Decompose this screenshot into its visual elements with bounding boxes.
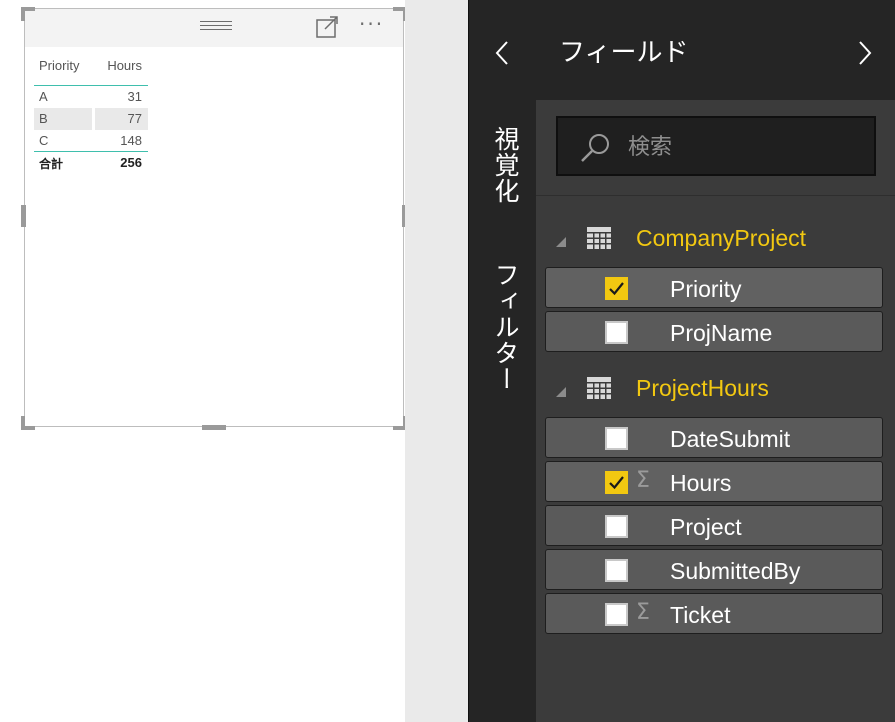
sigma-icon: Σ	[636, 600, 650, 625]
column-header-hours[interactable]: Hours	[107, 58, 142, 73]
field-checkbox[interactable]	[605, 321, 628, 344]
cell-hours: 31	[127, 89, 142, 104]
search-icon	[578, 131, 614, 165]
expand-triangle-icon[interactable]	[555, 233, 567, 247]
table-row: A 31	[34, 86, 148, 108]
field-name: Ticket	[670, 602, 731, 628]
cell-priority: C	[39, 133, 49, 148]
report-canvas: ··· Priority Hours A 31 B 77 C 148 合計 25…	[0, 0, 407, 722]
field-datesubmit[interactable]: DateSubmit	[545, 417, 883, 458]
table-group-companyproject[interactable]: CompanyProject	[536, 216, 895, 260]
field-ticket[interactable]: Σ Ticket	[545, 593, 883, 634]
table-name: CompanyProject	[636, 225, 807, 251]
table-group-projecthours[interactable]: ProjectHours	[536, 366, 895, 410]
field-priority[interactable]: Priority	[545, 267, 883, 308]
fields-pane: フィールド 検索 CompanyProject Priority ProjNam…	[536, 0, 895, 722]
field-checkbox[interactable]	[605, 471, 628, 494]
visualizations-pane-tab[interactable]: 視覚化	[487, 126, 523, 204]
focus-mode-icon[interactable]	[315, 15, 341, 39]
table-total-row: 合計 256	[34, 152, 148, 174]
canvas-gutter	[405, 0, 468, 722]
drag-grip-icon[interactable]	[200, 19, 232, 30]
chevron-right-icon[interactable]	[854, 36, 874, 70]
field-name: SubmittedBy	[670, 558, 801, 584]
visual-header[interactable]: ···	[25, 9, 403, 47]
table-visual[interactable]: ··· Priority Hours A 31 B 77 C 148 合計 25…	[24, 8, 404, 427]
field-checkbox[interactable]	[605, 603, 628, 626]
resize-handle-bottom-left[interactable]	[21, 416, 25, 430]
field-name: ProjName	[670, 320, 773, 346]
field-name: DateSubmit	[670, 426, 791, 452]
more-options-icon[interactable]: ···	[359, 14, 393, 37]
field-projname[interactable]: ProjName	[545, 311, 883, 352]
cell-priority: B	[39, 111, 48, 126]
search-input[interactable]	[628, 132, 858, 162]
sigma-icon: Σ	[636, 468, 650, 493]
table-icon	[586, 226, 612, 250]
total-value: 256	[120, 155, 142, 170]
field-name: Project	[670, 514, 742, 540]
field-hours[interactable]: Σ Hours	[545, 461, 883, 502]
table-icon	[586, 376, 612, 400]
chevron-left-icon[interactable]	[493, 36, 513, 70]
collapsed-panes-rail: 視覚化 フィルター	[468, 0, 536, 722]
search-area	[536, 100, 895, 196]
field-name: Hours	[670, 470, 732, 496]
fields-pane-header: フィールド	[536, 0, 895, 100]
cell-hours: 77	[127, 111, 142, 126]
cell-priority: A	[39, 89, 48, 104]
column-header-priority[interactable]: Priority	[39, 58, 79, 73]
field-submittedby[interactable]: SubmittedBy	[545, 549, 883, 590]
expand-triangle-icon[interactable]	[555, 383, 567, 397]
table-row: C 148	[34, 130, 148, 152]
resize-handle-top-left[interactable]	[21, 7, 25, 21]
fields-pane-title: フィールド	[559, 38, 689, 68]
field-project[interactable]: Project	[545, 505, 883, 546]
data-table: Priority Hours A 31 B 77 C 148 合計 256	[34, 54, 148, 174]
field-checkbox[interactable]	[605, 515, 628, 538]
field-checkbox[interactable]	[605, 559, 628, 582]
total-label: 合計	[39, 157, 64, 171]
resize-handle-left[interactable]	[21, 205, 26, 227]
filters-pane-tab[interactable]: フィルター	[487, 262, 523, 392]
table-header: Priority Hours	[34, 54, 148, 86]
resize-handle-bottom[interactable]	[202, 425, 226, 430]
field-checkbox[interactable]	[605, 277, 628, 300]
field-checkbox[interactable]	[605, 427, 628, 450]
table-row: B 77	[34, 108, 148, 130]
cell-hours: 148	[120, 133, 142, 148]
search-box[interactable]	[556, 116, 876, 176]
field-name: Priority	[670, 276, 742, 302]
table-name: ProjectHours	[636, 375, 769, 401]
